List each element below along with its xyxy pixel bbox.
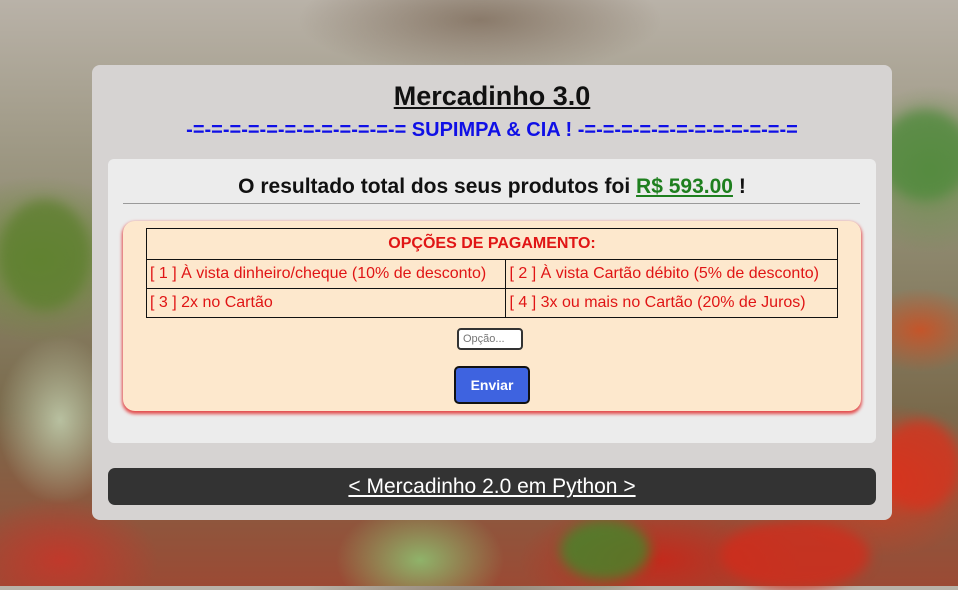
payment-options-table: OPÇÕES DE PAGAMENTO: [ 1 ] À vista dinhe… — [145, 228, 838, 318]
footer-bar: < Mercadinho 2.0 em Python > — [108, 468, 876, 505]
background-blur — [0, 200, 90, 310]
previous-version-link[interactable]: < Mercadinho 2.0 em Python > — [348, 475, 635, 498]
page-subtitle: -=-=-=-=-=-=-=-=-=-=-=-= SUPIMPA & CIA !… — [186, 119, 798, 141]
submit-button[interactable]: Enviar — [454, 366, 530, 404]
result-suffix: ! — [738, 175, 746, 198]
total-price: R$ 593.00 — [636, 175, 733, 198]
page-title: Mercadinho 3.0 — [393, 81, 591, 111]
option-input[interactable] — [457, 328, 523, 350]
payment-option-3: [ 3 ] 2x no Cartão — [145, 288, 507, 318]
result-line: O resultado total dos seus produtos foi … — [108, 175, 876, 199]
payment-option-2: [ 2 ] À vista Cartão débito (5% de desco… — [505, 259, 838, 289]
payment-option-4: [ 4 ] 3x ou mais no Cartão (20% de Juros… — [505, 288, 838, 318]
main-panel: Mercadinho 3.0 -=-=-=-=-=-=-=-=-=-=-=-= … — [92, 65, 892, 520]
result-prefix: O resultado total dos seus produtos foi — [238, 175, 631, 198]
divider — [123, 203, 860, 204]
table-row: [ 3 ] 2x no Cartão [ 4 ] 3x ou mais no C… — [145, 288, 838, 318]
table-row: [ 1 ] À vista dinheiro/cheque (10% de de… — [145, 259, 838, 289]
payment-heading: OPÇÕES DE PAGAMENTO: — [146, 228, 838, 260]
result-card: O resultado total dos seus produtos foi … — [108, 159, 876, 443]
table-row: OPÇÕES DE PAGAMENTO: — [146, 228, 838, 260]
payment-form: OPÇÕES DE PAGAMENTO: [ 1 ] À vista dinhe… — [123, 221, 861, 411]
background-blur — [720, 520, 870, 590]
payment-option-1: [ 1 ] À vista dinheiro/cheque (10% de de… — [145, 259, 507, 289]
background-blur — [560, 520, 650, 580]
